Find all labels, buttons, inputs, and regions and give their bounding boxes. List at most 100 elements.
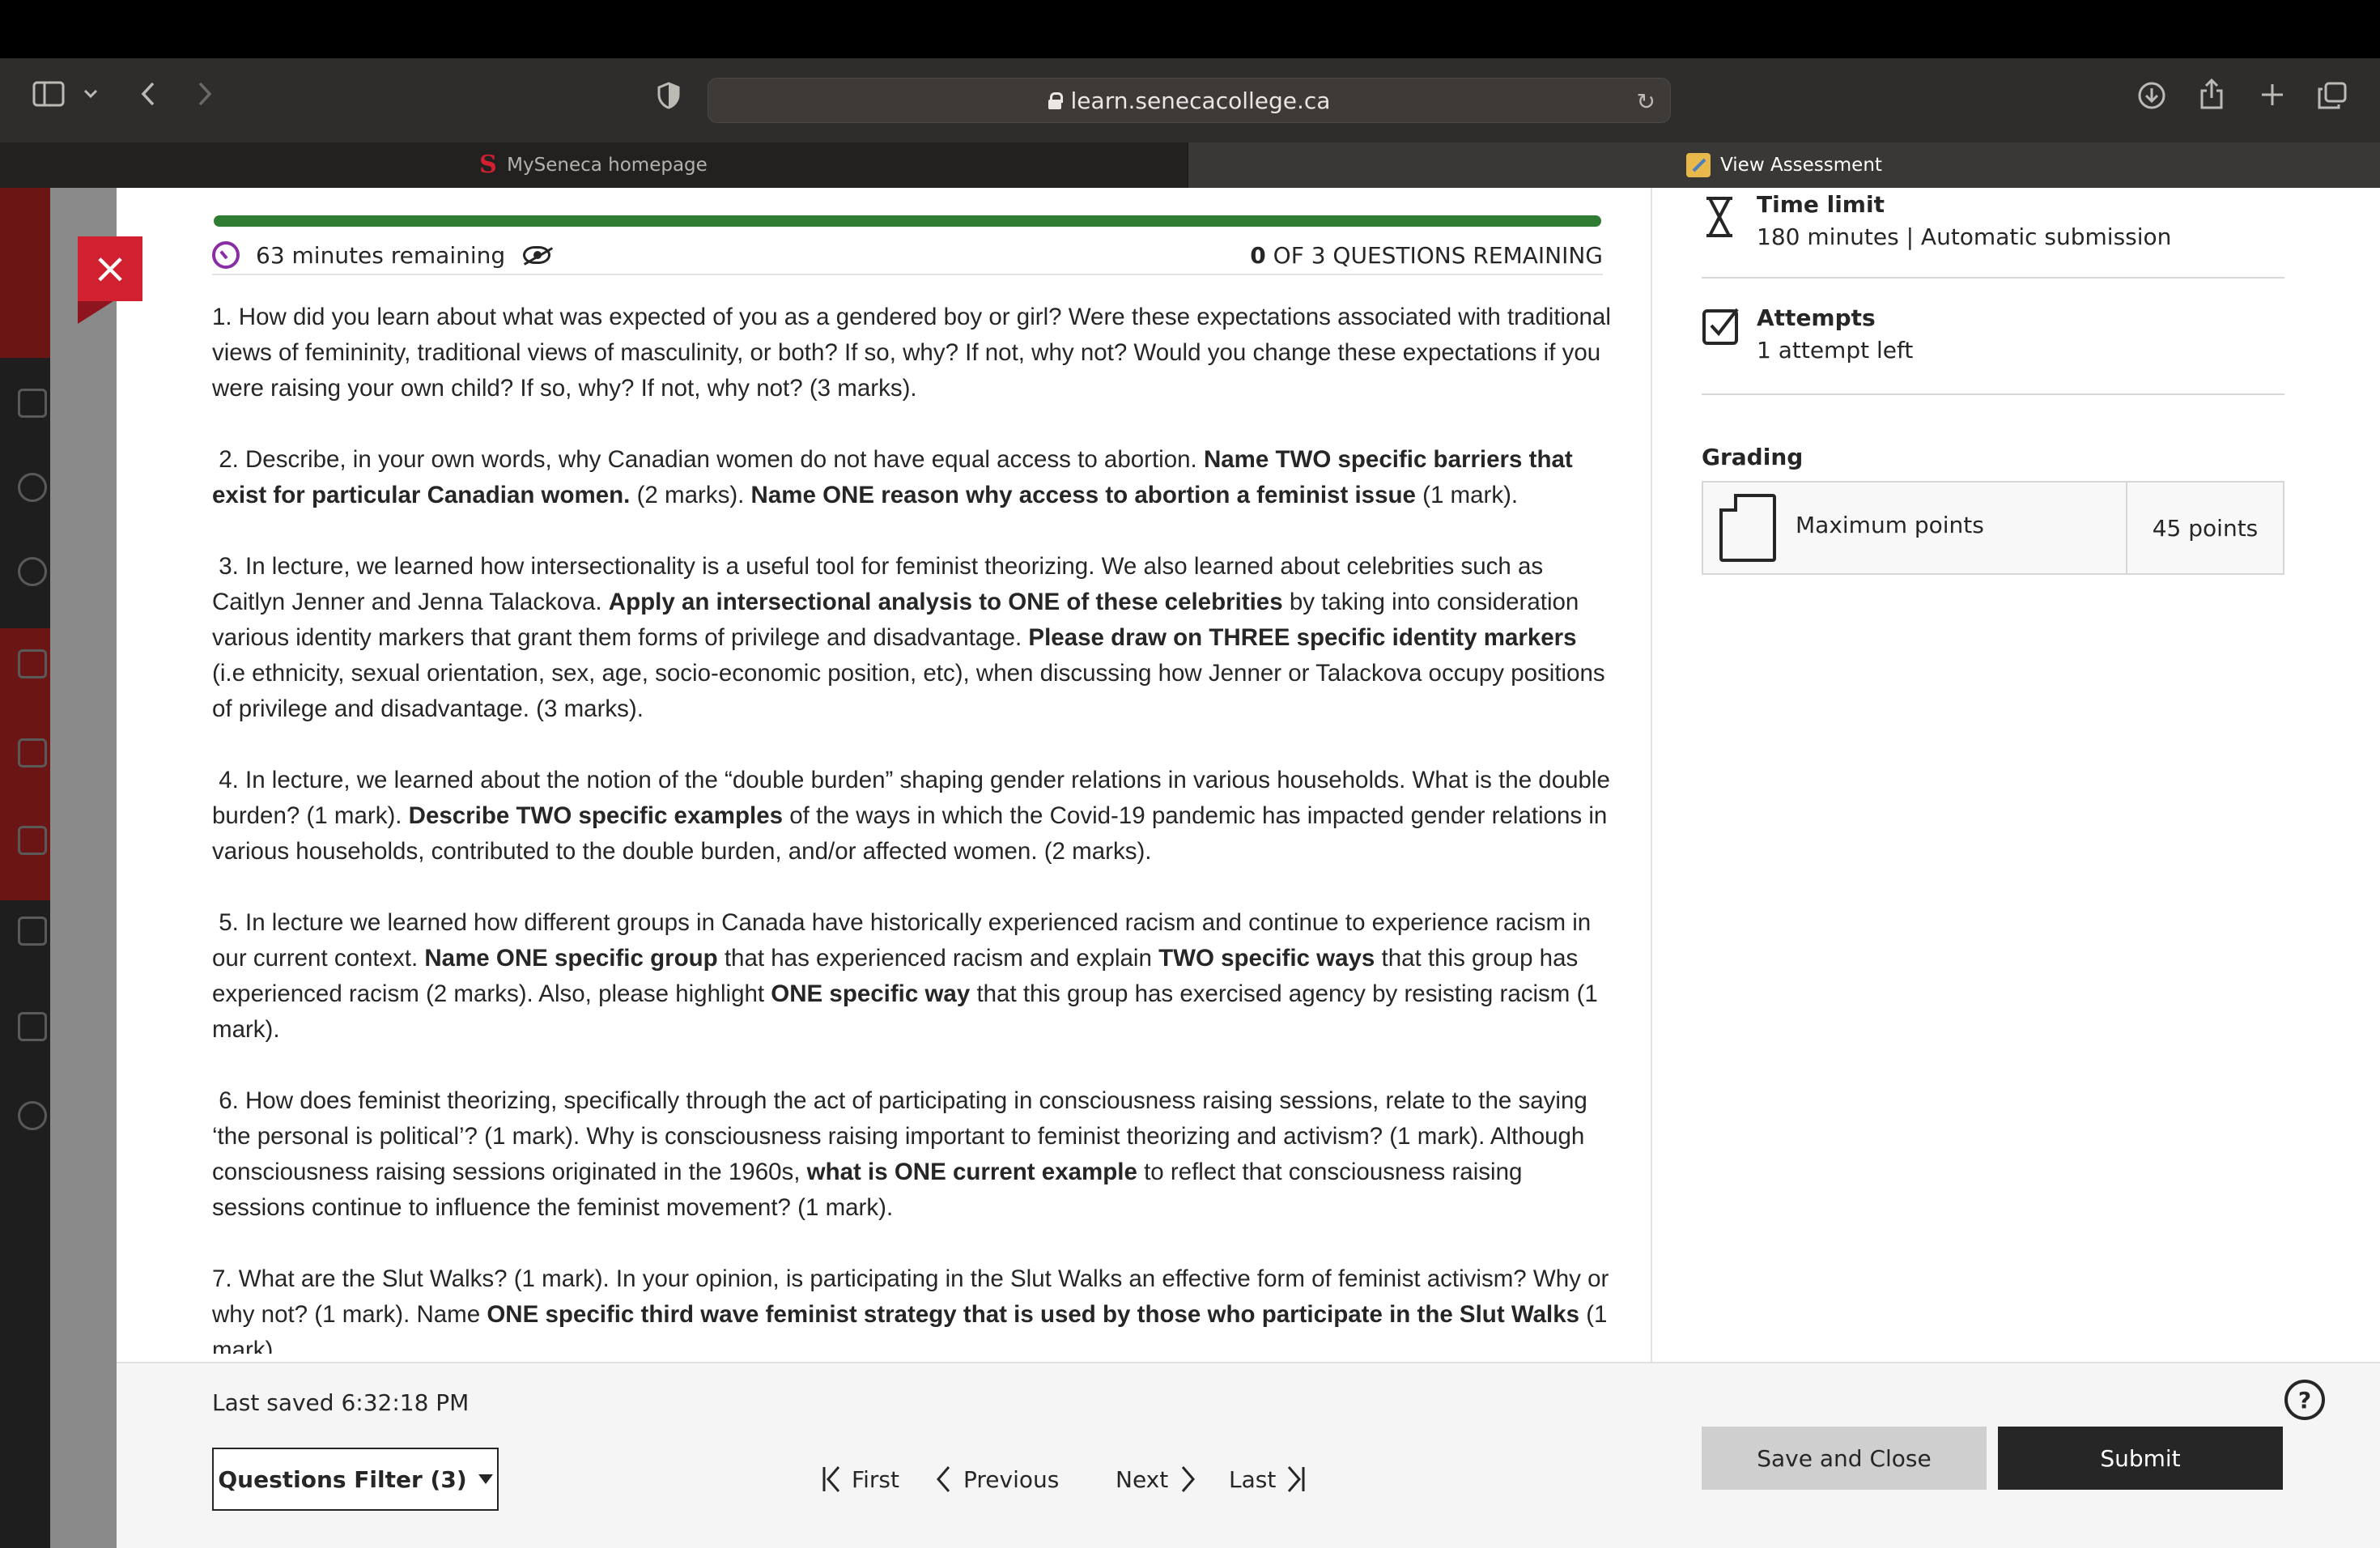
last-label: Last <box>1229 1465 1277 1493</box>
questions-filter-label: Questions Filter (3) <box>218 1465 467 1493</box>
new-tab-icon[interactable] <box>2259 81 2286 108</box>
assessment-panel: 63 minutes remaining 0 OF 3 QUESTIONS RE… <box>117 188 2380 1548</box>
first-icon <box>822 1466 840 1492</box>
tab-label: MySeneca homepage <box>507 155 708 176</box>
question-emphasis: Apply an intersectional analysis to ONE … <box>608 589 1283 615</box>
question-segment: 1. How did you learn about what was expe… <box>212 304 1611 402</box>
privacy-shield-icon[interactable] <box>656 81 682 110</box>
grading-title: Grading <box>1702 444 1804 470</box>
seneca-logo-icon: S <box>479 151 497 179</box>
grades-icon <box>18 916 47 946</box>
assessment-pencil-icon <box>1686 153 1711 177</box>
courses-icon <box>18 649 47 678</box>
questions-remaining-count: 0 <box>1250 241 1266 269</box>
assessment-main: 63 minutes remaining 0 OF 3 QUESTIONS RE… <box>117 188 1651 1362</box>
download-icon[interactable] <box>2137 81 2166 110</box>
time-limit-title: Time limit <box>1757 191 1885 218</box>
next-question-button[interactable]: Next <box>1116 1459 1197 1499</box>
sidebar-toggle-icon[interactable] <box>32 81 65 107</box>
share-icon[interactable] <box>2199 78 2225 110</box>
status-row: 63 minutes remaining 0 OF 3 QUESTIONS RE… <box>212 236 1603 275</box>
question-text: 6. How does feminist theorizing, specifi… <box>212 1083 1613 1226</box>
first-question-button[interactable]: First <box>821 1459 899 1499</box>
question-text: 7. What are the Slut Walks? (1 mark). In… <box>212 1261 1613 1354</box>
question-text: 5. In lecture we learned how different g… <box>212 905 1613 1048</box>
question-text: 4. In lecture, we learned about the noti… <box>212 763 1613 870</box>
last-saved-status: Last saved 6:32:18 PM <box>212 1389 470 1416</box>
sign-out-icon <box>18 1101 47 1130</box>
assessment-details: Time limit 180 minutes | Automatic submi… <box>1702 188 2284 1362</box>
lms-nav-background <box>0 188 50 1548</box>
browser-toolbar: learn.senecacollege.ca ↻ <box>0 58 2380 142</box>
grading-box: Maximum points 45 points <box>1702 481 2284 575</box>
address-bar[interactable]: learn.senecacollege.ca ↻ <box>708 78 1671 123</box>
save-and-close-button[interactable]: Save and Close <box>1702 1427 1987 1490</box>
max-points-label: Maximum points <box>1796 512 1984 538</box>
url-text: learn.senecacollege.ca <box>1070 87 1331 114</box>
tab-overview-icon[interactable] <box>2317 81 2348 110</box>
question-emphasis: ONE specific third wave feminist strateg… <box>487 1301 1580 1328</box>
reload-icon[interactable]: ↻ <box>1637 88 1655 115</box>
messages-icon <box>18 826 47 855</box>
lock-icon <box>1048 92 1063 109</box>
document-icon <box>1719 494 1776 562</box>
questions-filter-button[interactable]: Questions Filter (3) <box>212 1448 499 1511</box>
time-remaining: 63 minutes remaining <box>256 241 506 269</box>
tools-icon <box>18 1012 47 1041</box>
attempts-title: Attempts <box>1757 304 1876 331</box>
previous-question-button[interactable]: Previous <box>934 1459 1059 1499</box>
last-question-button[interactable]: Last <box>1229 1459 1307 1499</box>
institution-icon <box>18 389 47 418</box>
question-segment: (i.e ethnicity, sexual orientation, sex,… <box>212 660 1605 722</box>
question-emphasis: TWO specific ways <box>1158 945 1375 972</box>
tab-view-assessment[interactable]: View Assessment <box>1188 142 2380 188</box>
question-emphasis: what is ONE current example <box>806 1159 1137 1185</box>
profile-icon <box>18 473 47 502</box>
time-limit-row: Time limit 180 minutes | Automatic submi… <box>1702 188 2284 279</box>
hourglass-icon <box>1702 196 1737 241</box>
last-icon <box>1288 1466 1305 1492</box>
close-icon[interactable]: × <box>78 236 142 301</box>
question-emphasis: ONE specific way <box>771 980 971 1007</box>
help-icon[interactable]: ? <box>2284 1380 2325 1420</box>
questions-list: 1. How did you learn about what was expe… <box>212 300 1613 1354</box>
chevron-left-icon <box>937 1466 950 1492</box>
question-segment: (1 mark). <box>1415 482 1519 508</box>
lms-course-background <box>50 188 117 1548</box>
first-label: First <box>852 1465 899 1493</box>
progress-bar <box>214 215 1601 227</box>
submit-button[interactable]: Submit <box>1998 1427 2283 1490</box>
question-text: 1. How did you learn about what was expe… <box>212 300 1613 406</box>
question-emphasis: Describe TWO specific examples <box>408 802 784 829</box>
attempts-value: 1 attempt left <box>1757 337 1914 364</box>
forward-icon[interactable] <box>193 79 217 108</box>
column-divider <box>1651 188 1652 1362</box>
assessment-footer: Last saved 6:32:18 PM Questions Filter (… <box>117 1362 2380 1548</box>
timer-icon <box>212 241 240 269</box>
calendar-icon <box>18 738 47 768</box>
next-label: Next <box>1116 1465 1169 1493</box>
tab-label: View Assessment <box>1720 155 1882 176</box>
question-emphasis: Name ONE specific group <box>424 945 718 972</box>
attempts-checkbox-icon <box>1702 304 1742 350</box>
question-emphasis: Please draw on THREE specific identity m… <box>1028 624 1577 651</box>
chevron-down-icon[interactable] <box>81 86 100 102</box>
question-segment: (2 marks). <box>630 482 751 508</box>
hide-timer-icon[interactable] <box>523 246 551 264</box>
attempts-row: Attempts 1 attempt left <box>1702 279 2284 395</box>
question-text: 3. In lecture, we learned how intersecti… <box>212 549 1613 727</box>
max-points-value: 45 points <box>2126 483 2283 573</box>
question-emphasis: Name ONE reason why access to abortion a… <box>750 482 1416 508</box>
close-button-fold <box>78 301 113 324</box>
lms-nav-header <box>0 188 50 358</box>
questions-remaining-label: OF 3 QUESTIONS REMAINING <box>1265 241 1603 269</box>
question-text: 2. Describe, in your own words, why Cana… <box>212 442 1613 513</box>
globe-icon <box>18 557 47 586</box>
screen-top-bar <box>0 0 2380 58</box>
question-segment: that has experienced racism and explain <box>717 945 1159 972</box>
back-icon[interactable] <box>136 79 160 108</box>
previous-label: Previous <box>963 1465 1060 1493</box>
question-segment: 2. Describe, in your own words, why Cana… <box>212 446 1204 473</box>
time-limit-value: 180 minutes | Automatic submission <box>1757 223 2172 250</box>
tab-myseneca[interactable]: S MySeneca homepage <box>0 142 1187 188</box>
